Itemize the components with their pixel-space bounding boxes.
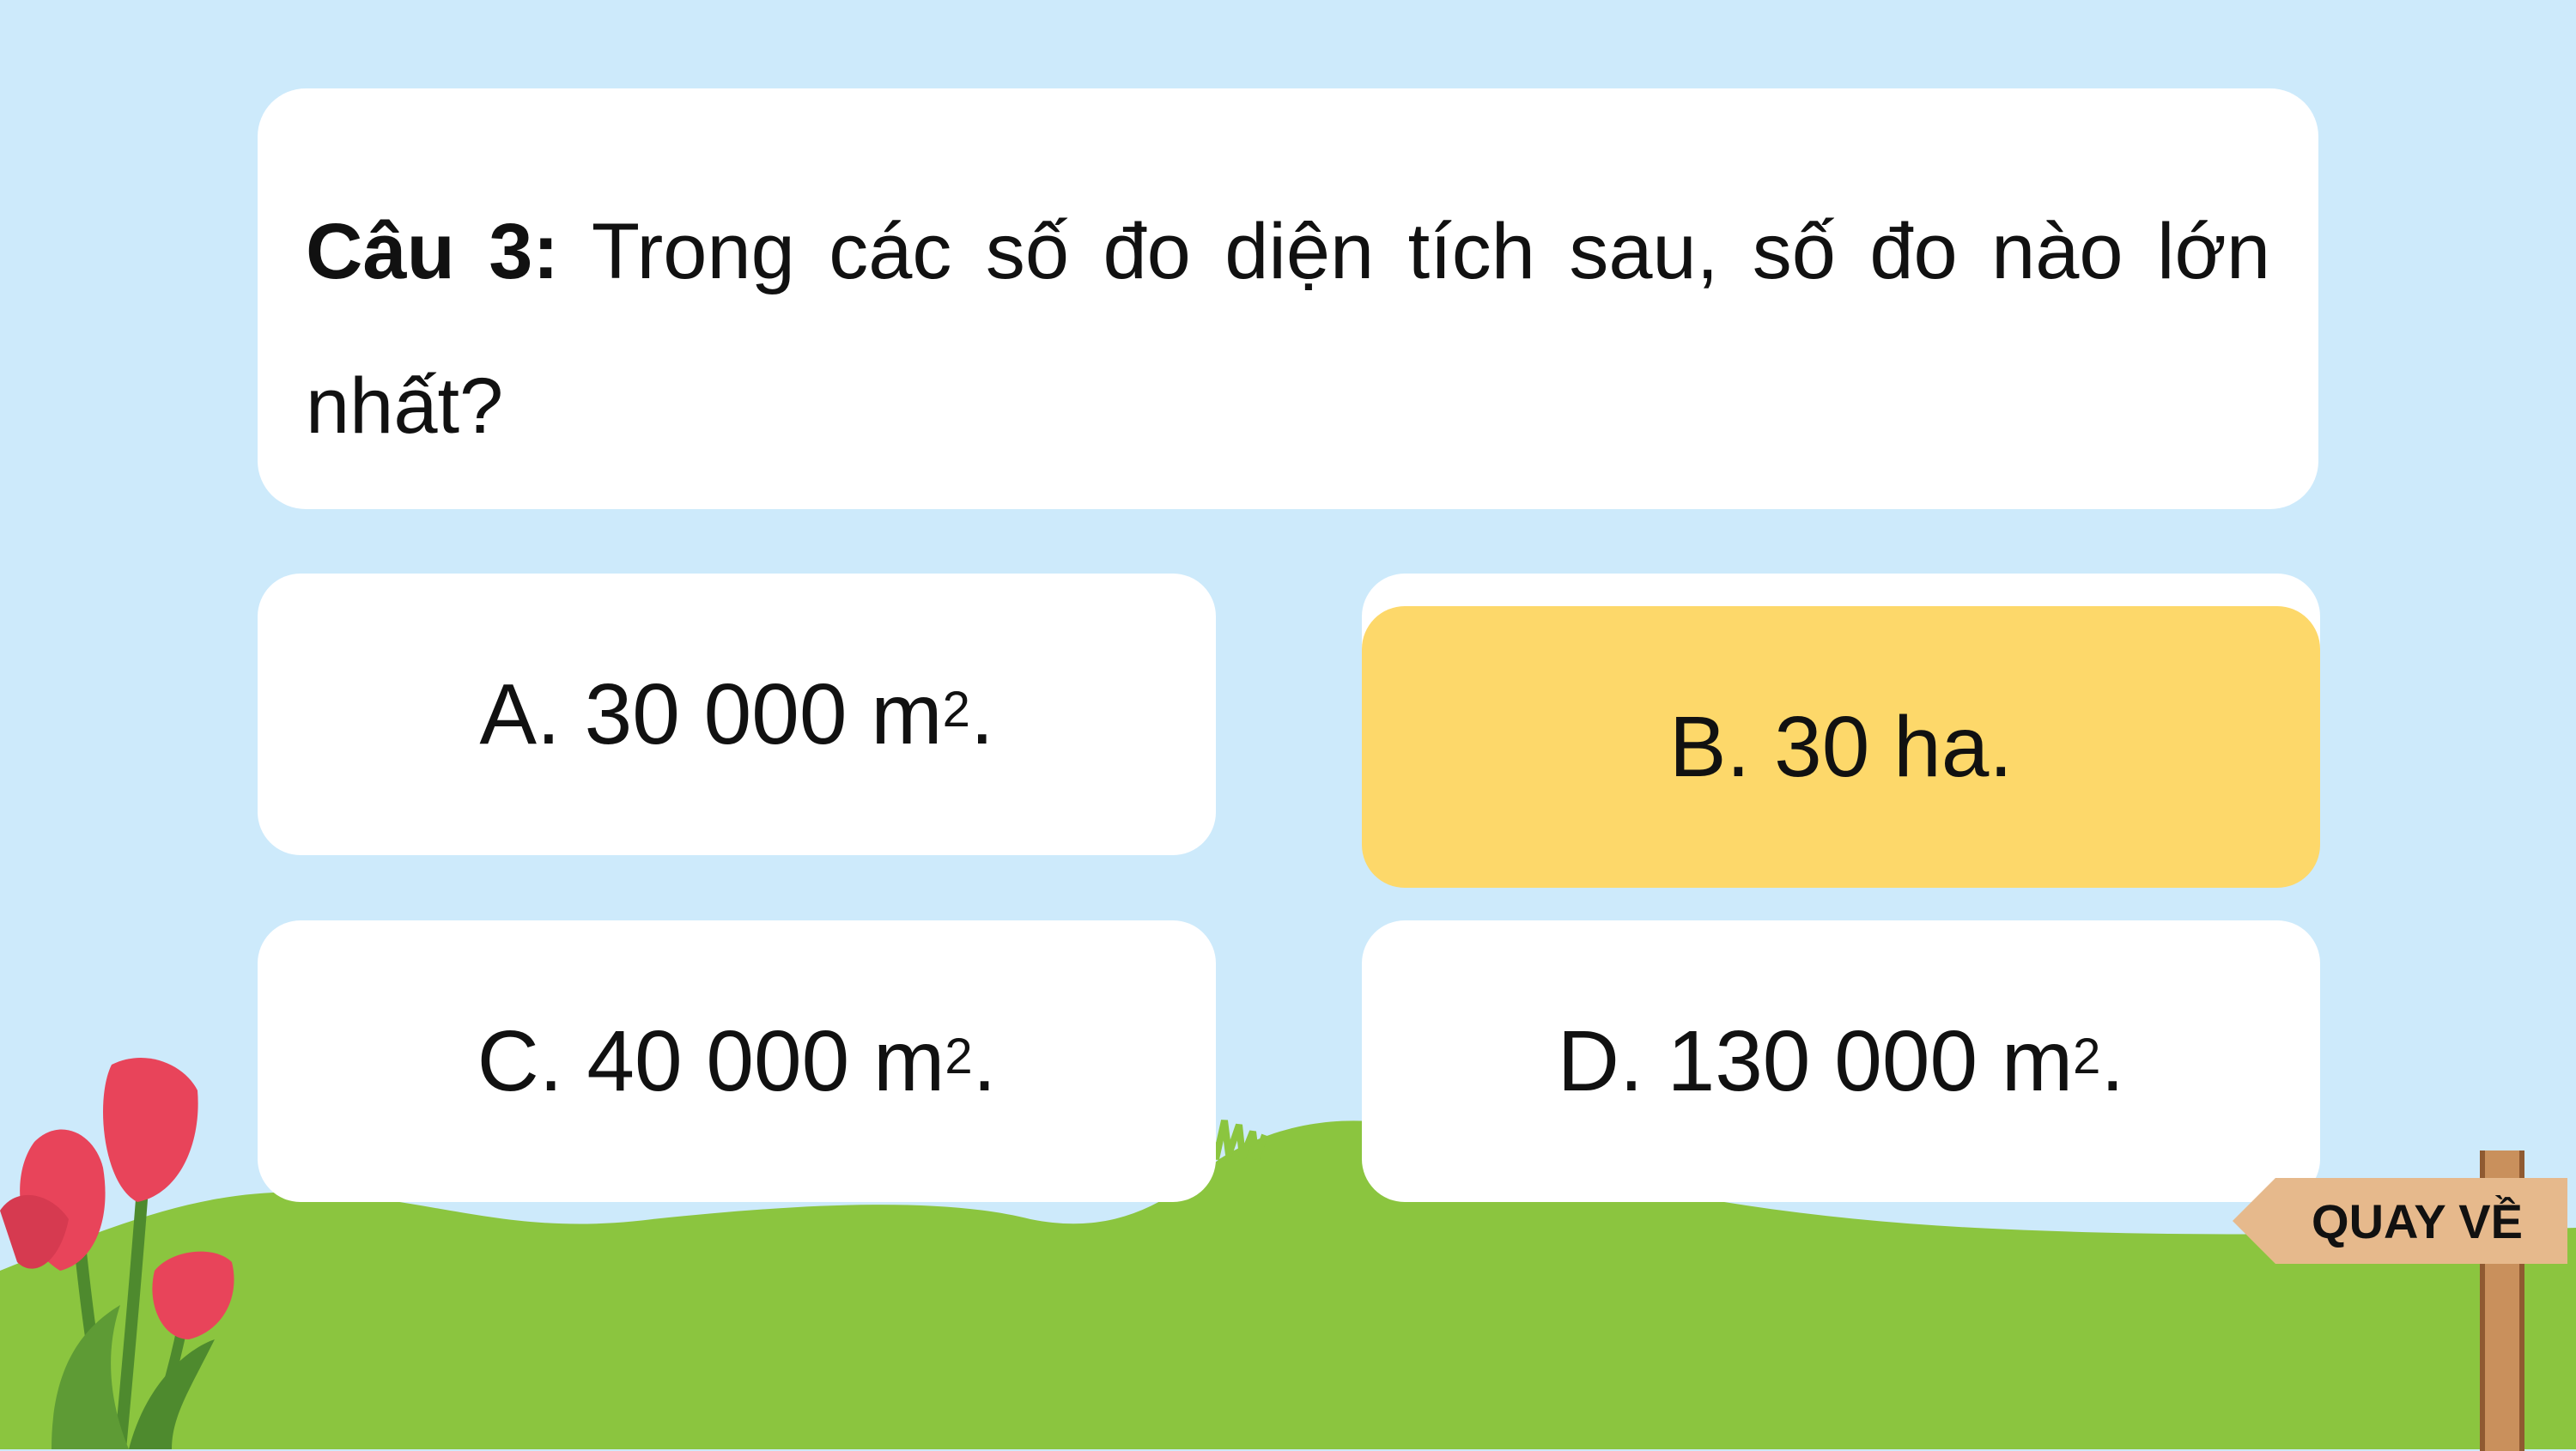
- back-button[interactable]: QUAY VỀ: [2233, 1178, 2567, 1264]
- answer-option-c[interactable]: C. 40 000 m2.: [258, 920, 1216, 1202]
- answer-d-suffix: .: [2100, 1012, 2125, 1109]
- answer-b-value: 30 ha.: [1774, 698, 2014, 795]
- question-card: Câu 3: Trong các số đo diện tích sau, số…: [258, 88, 2318, 509]
- answer-c-letter: C.: [477, 1012, 563, 1109]
- answer-a-exponent: 2: [942, 681, 970, 738]
- question-text: Câu 3: Trong các số đo diện tích sau, số…: [306, 174, 2270, 483]
- answer-d-letter: D.: [1557, 1012, 1643, 1109]
- answer-a-suffix: .: [969, 665, 994, 762]
- answer-d-value: 130 000 m: [1667, 1012, 2074, 1109]
- answer-option-b[interactable]: B. 30 ha.: [1362, 606, 2320, 888]
- answer-b-letter: B.: [1668, 698, 1751, 795]
- question-body: Trong các số đo diện tích sau, số đo nào…: [306, 208, 2270, 450]
- answer-c-exponent: 2: [945, 1028, 973, 1084]
- answer-option-a[interactable]: A. 30 000 m2.: [258, 574, 1216, 855]
- question-label: Câu 3:: [306, 208, 560, 295]
- answer-option-d[interactable]: D. 130 000 m2.: [1362, 920, 2320, 1202]
- wooden-signpost-icon: QUAY VỀ: [2233, 1142, 2576, 1451]
- answer-c-suffix: .: [972, 1012, 997, 1109]
- answer-a-letter: A.: [479, 665, 561, 762]
- answer-d-exponent: 2: [2073, 1028, 2101, 1084]
- tulip-flowers-icon: [0, 1057, 234, 1449]
- answer-a-value: 30 000 m: [584, 665, 943, 762]
- answer-c-value: 40 000 m: [586, 1012, 945, 1109]
